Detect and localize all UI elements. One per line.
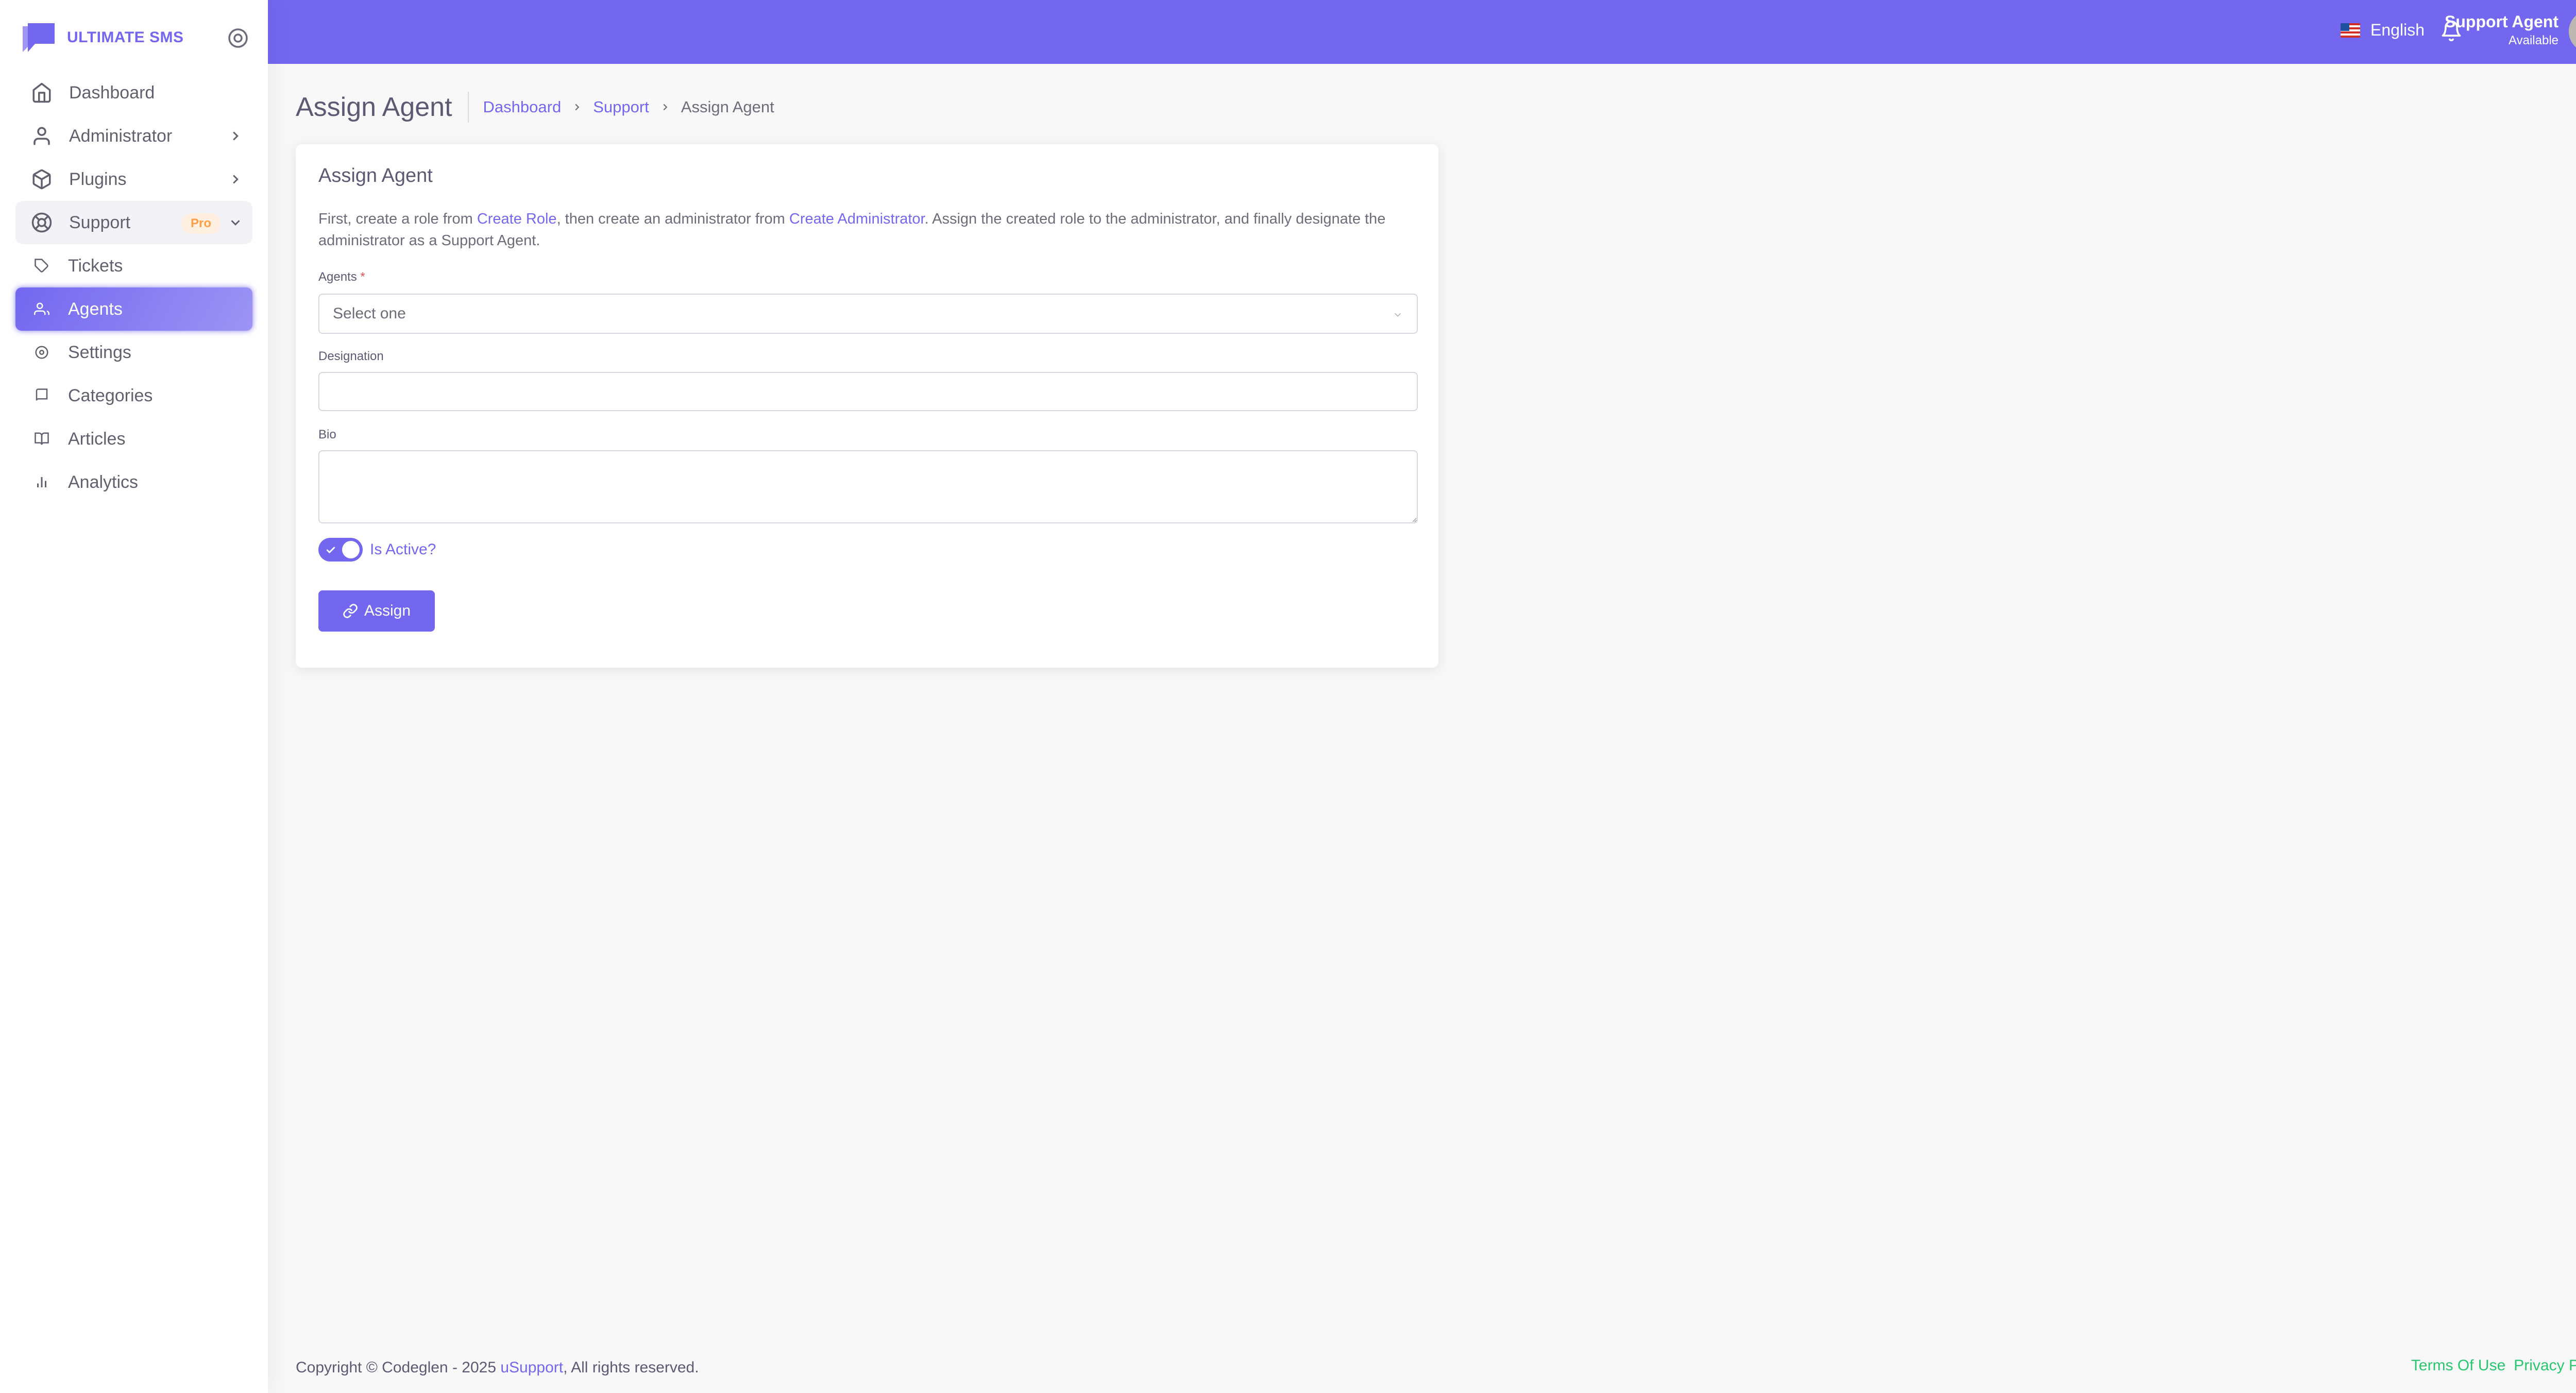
book-open-icon — [35, 432, 49, 445]
sidebar-subitem-analytics[interactable]: Analytics — [15, 461, 252, 504]
bio-label: Bio — [318, 428, 336, 441]
is-active-label[interactable]: Is Active? — [370, 541, 436, 558]
chevron-right-icon — [233, 175, 239, 184]
sidebar-item-label: Agents — [68, 299, 123, 319]
settings-icon — [35, 346, 48, 359]
chevron-right-icon — [575, 104, 580, 111]
rights-text: , All rights reserved. — [563, 1359, 699, 1376]
sidebar-item-plugins[interactable]: Plugins — [15, 158, 252, 201]
language-dropdown[interactable]: English — [2341, 21, 2425, 40]
language-label: English — [2370, 21, 2425, 39]
us-flag-icon — [2341, 23, 2361, 38]
privacy-link[interactable]: Privacy Policy — [2514, 1357, 2576, 1374]
users-icon — [34, 302, 49, 315]
sidebar-item-label: Administrator — [69, 126, 173, 146]
card-title: Assign Agent — [318, 165, 433, 186]
assign-button-label: Assign — [364, 602, 411, 619]
sidebar-subitem-articles[interactable]: Articles — [15, 417, 252, 461]
sidebar-item-label: Dashboard — [69, 82, 155, 103]
bar-chart-icon — [37, 477, 46, 487]
breadcrumb-support[interactable]: Support — [593, 98, 649, 116]
user-name: Support Agent — [2445, 12, 2558, 31]
card-intro: First, create a role from Create Role, t… — [318, 208, 1421, 251]
sidebar-subitem-settings[interactable]: Settings — [15, 331, 252, 374]
sidebar-item-label: Analytics — [68, 472, 139, 492]
is-active-toggle[interactable] — [318, 538, 363, 562]
toggle-knob — [342, 541, 360, 558]
sidebar-item-label: Categories — [68, 385, 153, 405]
user-status: Available — [2509, 33, 2558, 47]
create-role-link[interactable]: Create Role — [477, 211, 557, 227]
agents-select[interactable]: Select one — [318, 294, 1418, 334]
sidebar-item-label: Articles — [68, 429, 126, 449]
link-icon — [343, 604, 358, 618]
chat-logo-icon — [23, 23, 55, 52]
brand-name: ULTIMATE SMS — [67, 29, 184, 46]
page-title: Assign Agent — [296, 92, 469, 123]
life-buoy-icon — [31, 212, 52, 233]
sidebar-item-label: Support — [69, 212, 131, 232]
sidebar: ULTIMATE SMS Dashboard Administrator Plu… — [0, 0, 268, 1393]
chevron-down-icon — [231, 220, 240, 226]
terms-link[interactable]: Terms Of Use — [2411, 1357, 2505, 1374]
avatar[interactable] — [2569, 10, 2576, 53]
sidebar-subitem-agents[interactable]: Agents — [15, 287, 252, 331]
top-navbar: English Support Agent Available — [268, 0, 2576, 64]
chevron-right-icon — [663, 104, 668, 111]
user-menu[interactable]: Support Agent Available — [2445, 12, 2558, 48]
intro-text: , then create an administrator from — [556, 211, 789, 227]
footer-links: Terms Of Use Privacy Policy — [2403, 1357, 2576, 1374]
sidebar-item-label: Tickets — [68, 256, 123, 276]
is-active-row: Is Active? — [318, 538, 436, 562]
copyright-text: Copyright © Codeglen - 2025 — [296, 1359, 501, 1376]
required-asterisk: * — [360, 270, 365, 284]
user-icon — [33, 127, 50, 145]
agents-label: Agents * — [318, 270, 365, 284]
sidebar-subitem-tickets[interactable]: Tickets — [15, 244, 252, 287]
sidebar-item-label: Plugins — [69, 169, 127, 189]
breadcrumb: Dashboard Support Assign Agent — [483, 98, 774, 116]
package-icon — [32, 169, 51, 190]
bio-textarea[interactable] — [318, 450, 1418, 523]
breadcrumb-current: Assign Agent — [681, 98, 774, 116]
assign-agent-card: Assign Agent First, create a role from C… — [296, 144, 1438, 668]
designation-input[interactable] — [318, 372, 1418, 411]
brand[interactable]: ULTIMATE SMS — [23, 21, 249, 55]
chevron-right-icon — [233, 131, 239, 141]
breadcrumb-dashboard[interactable]: Dashboard — [483, 98, 562, 116]
create-administrator-link[interactable]: Create Administrator — [789, 211, 925, 227]
intro-text: First, create a role from — [318, 211, 477, 227]
check-icon — [326, 547, 335, 553]
footer-copyright: Copyright © Codeglen - 2025 uSupport, Al… — [296, 1359, 699, 1377]
home-icon — [32, 82, 51, 103]
sidebar-subitem-categories[interactable]: Categories — [15, 374, 252, 417]
sidebar-item-administrator[interactable]: Administrator — [15, 114, 252, 158]
collapse-toggle-icon[interactable] — [227, 27, 249, 49]
sidebar-item-support[interactable]: Support Pro — [15, 201, 252, 244]
agents-select-value: Select one — [333, 305, 406, 322]
assign-button[interactable]: Assign — [318, 590, 435, 632]
sidebar-item-label: Settings — [68, 342, 131, 362]
designation-label: Designation — [318, 349, 384, 363]
sidebar-menu: Dashboard Administrator Plugins Support … — [15, 71, 252, 504]
product-link[interactable]: uSupport — [500, 1359, 563, 1376]
avatar-image — [2569, 10, 2576, 53]
sidebar-item-dashboard[interactable]: Dashboard — [15, 71, 252, 114]
tag-icon — [35, 259, 48, 273]
chevron-down-icon — [1394, 313, 1401, 317]
pro-badge: Pro — [181, 213, 221, 234]
agents-label-text: Agents — [318, 270, 357, 284]
content-header: Assign Agent Dashboard Support Assign Ag… — [296, 89, 774, 126]
book-icon — [36, 388, 48, 401]
